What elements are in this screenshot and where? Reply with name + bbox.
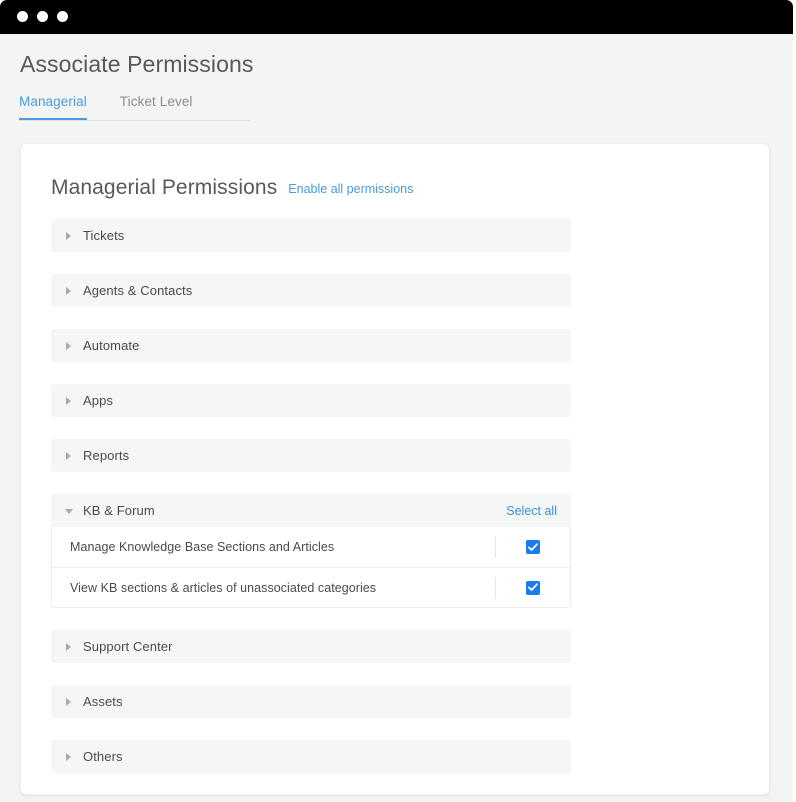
section-label: Automate <box>83 338 140 353</box>
page-title: Associate Permissions <box>20 51 254 77</box>
permission-sections-list: Tickets Agents & Contacts Automate Apps … <box>51 219 571 795</box>
section-header-automate[interactable]: Automate <box>51 329 571 362</box>
select-all-link[interactable]: Select all <box>506 504 557 518</box>
caret-right-icon <box>65 286 74 295</box>
card-header: Managerial Permissions Enable all permis… <box>51 176 413 200</box>
section-label: Agents & Contacts <box>83 283 193 298</box>
section-label: Reports <box>83 448 130 463</box>
section-label: Assets <box>83 694 123 709</box>
permissions-card: Managerial Permissions Enable all permis… <box>20 143 770 795</box>
section-header-support-center[interactable]: Support Center <box>51 630 571 663</box>
permission-row: View KB sections & articles of unassocia… <box>52 567 570 607</box>
enable-all-permissions-link[interactable]: Enable all permissions <box>288 182 413 196</box>
app-window: Associate Permissions Managerial Ticket … <box>0 0 796 802</box>
section-label: Others <box>83 749 123 764</box>
caret-right-icon <box>65 642 74 651</box>
window-maximize-dot[interactable] <box>57 11 68 22</box>
checkmark-icon <box>527 583 538 591</box>
tab-bar: Managerial Ticket Level <box>19 94 251 122</box>
section-agents-contacts: Agents & Contacts <box>51 274 571 307</box>
permission-label: Manage Knowledge Base Sections and Artic… <box>70 540 335 554</box>
caret-right-icon <box>65 341 74 350</box>
caret-right-icon <box>65 697 74 706</box>
tab-managerial[interactable]: Managerial <box>19 94 87 120</box>
cell-divider <box>495 536 496 558</box>
permission-checkbox-cell <box>495 568 570 607</box>
section-reports: Reports <box>51 439 571 472</box>
section-tickets: Tickets <box>51 219 571 252</box>
section-header-reports[interactable]: Reports <box>51 439 571 472</box>
section-header-agents-contacts[interactable]: Agents & Contacts <box>51 274 571 307</box>
checkmark-icon <box>527 542 538 551</box>
section-others: Others <box>51 740 571 773</box>
section-assets: Assets <box>51 685 571 718</box>
tab-bar-rule <box>19 120 251 121</box>
permission-row: Manage Knowledge Base Sections and Artic… <box>52 527 570 567</box>
section-body-kb-forum: Manage Knowledge Base Sections and Artic… <box>51 527 571 608</box>
section-header-others[interactable]: Others <box>51 740 571 773</box>
caret-right-icon <box>65 752 74 761</box>
section-label: KB & Forum <box>83 503 155 518</box>
section-label: Support Center <box>83 639 173 654</box>
page-body: Associate Permissions Managerial Ticket … <box>0 34 793 802</box>
window-titlebar <box>0 0 793 34</box>
caret-right-icon <box>65 396 74 405</box>
section-automate: Automate <box>51 329 571 362</box>
section-label: Tickets <box>83 228 125 243</box>
window-close-dot[interactable] <box>17 11 28 22</box>
section-apps: Apps <box>51 384 571 417</box>
permission-checkbox-manage-kb[interactable] <box>525 540 540 554</box>
tab-ticket-level[interactable]: Ticket Level <box>120 94 193 120</box>
section-header-assets[interactable]: Assets <box>51 685 571 718</box>
caret-right-icon <box>65 231 74 240</box>
section-label: Apps <box>83 393 114 408</box>
card-title: Managerial Permissions <box>51 176 278 199</box>
cell-divider <box>495 577 496 599</box>
section-header-tickets[interactable]: Tickets <box>51 219 571 252</box>
section-kb-forum: KB & Forum Select all Manage Knowledge B… <box>51 494 571 608</box>
section-header-kb-forum[interactable]: KB & Forum Select all <box>51 494 571 527</box>
section-header-apps[interactable]: Apps <box>51 384 571 417</box>
permission-checkbox-cell <box>495 527 570 567</box>
caret-right-icon <box>65 451 74 460</box>
section-support-center: Support Center <box>51 630 571 663</box>
window-minimize-dot[interactable] <box>37 11 48 22</box>
window-controls <box>17 11 68 22</box>
caret-down-icon <box>65 506 74 515</box>
permission-checkbox-view-kb[interactable] <box>525 580 540 595</box>
permission-label: View KB sections & articles of unassocia… <box>70 580 377 595</box>
